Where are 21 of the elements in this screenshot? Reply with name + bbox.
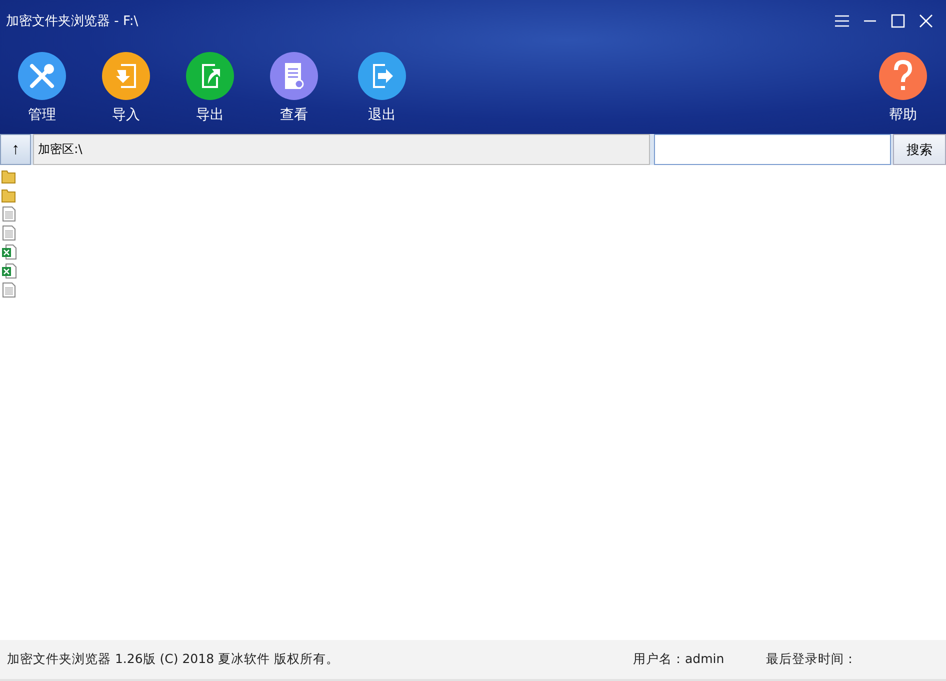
toolbar-button[interactable]: 退出 bbox=[349, 52, 415, 124]
search-button[interactable]: 搜索 bbox=[893, 134, 946, 165]
document-icon[interactable] bbox=[1, 225, 17, 241]
last-login-text: 最后登录时间： bbox=[766, 651, 858, 668]
up-button[interactable]: ↑ bbox=[0, 134, 32, 165]
toolbar-button[interactable]: 帮助 bbox=[870, 52, 936, 124]
folder-icon[interactable] bbox=[1, 187, 17, 203]
search-field[interactable] bbox=[654, 134, 892, 165]
toolbar-button[interactable]: 管理 bbox=[9, 52, 75, 124]
toolbar-button[interactable]: 导入 bbox=[93, 52, 159, 124]
document-icon[interactable] bbox=[1, 244, 17, 260]
window-title: 加密文件夹浏览器 - F:\ bbox=[6, 13, 138, 30]
path-field[interactable]: 加密区:\ bbox=[33, 134, 650, 165]
document-icon[interactable] bbox=[1, 263, 17, 279]
document-icon[interactable] bbox=[1, 282, 17, 298]
document-icon[interactable] bbox=[1, 206, 17, 222]
copyright-text: 加密文件夹浏览器 1.26版 (C) 2018 夏冰软件 版权所有。 bbox=[7, 651, 339, 668]
username-text: 用户名：admin bbox=[633, 651, 726, 668]
toolbar-button[interactable]: 导出 bbox=[177, 52, 243, 124]
toolbar-button[interactable]: 查看 bbox=[261, 52, 327, 124]
folder-icon[interactable] bbox=[1, 168, 17, 184]
